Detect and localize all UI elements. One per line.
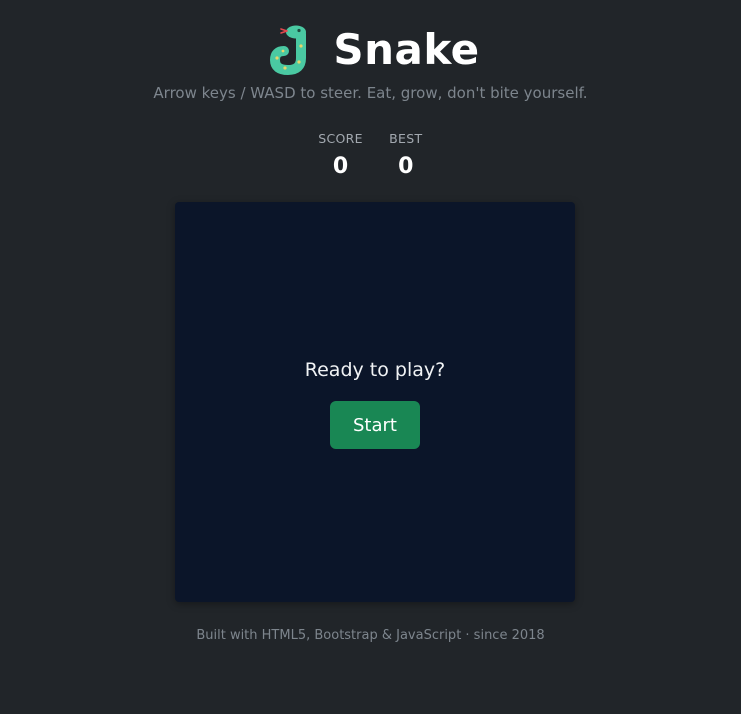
snake-icon (270, 25, 307, 76)
score-block: SCORE 0 (318, 131, 363, 179)
page: Snake Arrow keys / WASD to steer. Eat, g… (0, 0, 741, 714)
app-title: Snake (333, 25, 480, 74)
best-value: 0 (398, 154, 414, 179)
start-overlay: Ready to play? Start (175, 202, 575, 602)
best-block: BEST 0 (389, 131, 423, 179)
footer: Built with HTML5, Bootstrap & JavaScript… (196, 628, 545, 643)
header: Snake (0, 24, 741, 76)
start-button[interactable]: Start (330, 401, 420, 449)
ready-text: Ready to play? (304, 359, 446, 381)
scoreboard: SCORE 0 BEST 0 (0, 131, 741, 179)
game-board[interactable]: Ready to play? Start (175, 202, 575, 602)
score-label: SCORE (318, 131, 363, 146)
best-label: BEST (389, 131, 423, 146)
subtitle: Arrow keys / WASD to steer. Eat, grow, d… (153, 84, 588, 102)
score-value: 0 (332, 154, 349, 179)
